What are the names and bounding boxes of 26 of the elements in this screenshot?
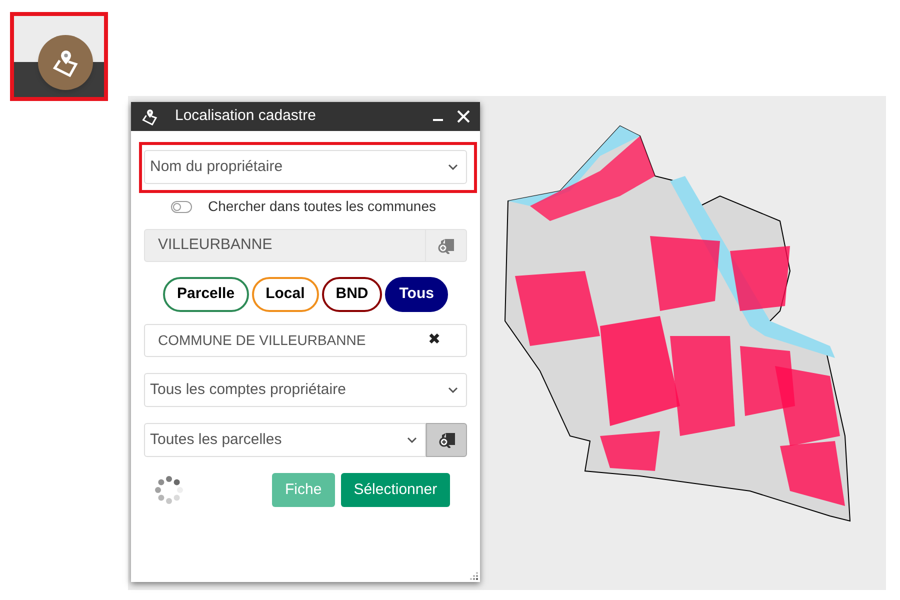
owner-field[interactable]: COMMUNE DE VILLEURBANNE ✖	[144, 324, 467, 357]
resize-handle-icon[interactable]	[470, 572, 478, 580]
panel-title: Localisation cadastre	[175, 106, 317, 126]
chevron-icon	[448, 164, 458, 170]
minimize-icon[interactable]	[433, 118, 443, 120]
map-pin-icon	[141, 108, 159, 126]
parcels-dropdown[interactable]: Toutes les parcelles	[144, 423, 426, 457]
chevron-icon	[407, 437, 417, 443]
search-type-dropdown[interactable]: Nom du propriétaire	[144, 150, 467, 184]
accounts-dropdown[interactable]: Tous les comptes propriétaire	[144, 373, 467, 407]
zoom-icon	[437, 238, 455, 254]
action-button[interactable]: Sélectionner	[340, 473, 450, 507]
zoom-button[interactable]	[426, 423, 467, 457]
filter-tab[interactable]: Parcelle	[163, 277, 249, 312]
loading-spinner-icon	[154, 475, 184, 505]
close-icon[interactable]	[457, 110, 470, 123]
toggle-switch[interactable]	[171, 200, 192, 212]
filter-tab[interactable]: BND	[322, 277, 382, 312]
toggle-label: Chercher dans toutes les communes	[208, 197, 436, 216]
chevron-icon	[448, 387, 458, 393]
commune-field[interactable]: VILLEURBANNE	[144, 229, 426, 262]
zoom-icon	[438, 432, 456, 448]
map-pin-icon	[50, 48, 80, 78]
filter-tab[interactable]: Local	[252, 277, 319, 312]
filter-tab[interactable]: Tous	[385, 277, 448, 312]
clear-button[interactable]: ✖	[428, 329, 441, 352]
